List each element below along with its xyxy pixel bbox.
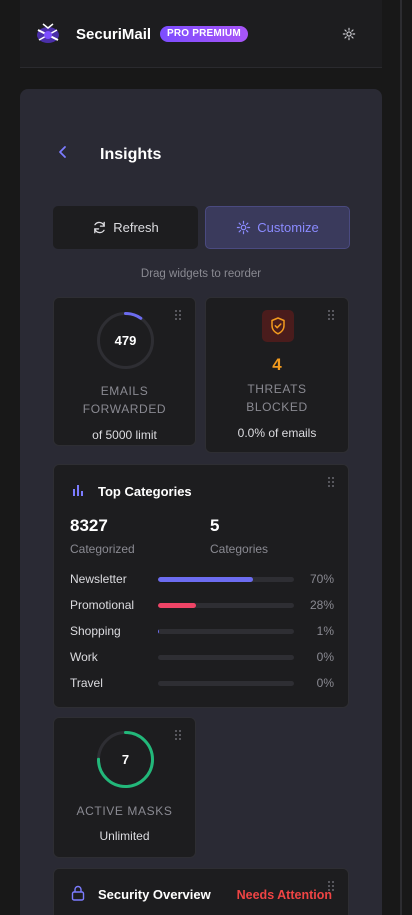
bar-chart-icon (73, 485, 83, 496)
security-overview-widget[interactable]: Security Overview Needs Attention (53, 868, 349, 915)
categories-count: 5 (210, 516, 220, 535)
refresh-label: Refresh (113, 220, 159, 235)
category-bar (158, 681, 294, 686)
category-percent: 0% (316, 650, 334, 664)
emails-limit-text: of 5000 limit (92, 428, 157, 442)
categories-label: Categories (210, 542, 269, 556)
active-masks-limit: Unlimited (99, 829, 150, 843)
drag-handle-icon[interactable] (328, 310, 334, 320)
reorder-hint: Drag widgets to reorder (140, 268, 262, 280)
app-header: SecuriMail PRO PREMIUM (20, 0, 382, 68)
emails-forwarded-value: 479 (114, 333, 137, 348)
lock-icon (71, 885, 85, 901)
chevron-left-icon[interactable] (56, 145, 70, 159)
category-percent: 28% (309, 598, 334, 612)
emails-forwarded-label: EMAILS FORWARDED (82, 384, 167, 416)
masks-progress-ring: 7 (96, 730, 155, 789)
category-bar (158, 603, 294, 608)
category-percent: 0% (316, 676, 334, 690)
categorized-count: 8327 (70, 516, 108, 535)
customize-label: Customize (257, 220, 319, 235)
category-name: Work (70, 650, 98, 664)
threats-blocked-value: 4 (272, 355, 282, 374)
categorized-label: Categorized (70, 542, 135, 556)
refresh-icon (94, 221, 106, 234)
security-status-badge: Needs Attention (236, 888, 332, 902)
insights-panel: Insights Refresh Customize Drag widgets … (20, 89, 382, 915)
threats-percent-text: 0.0% of emails (237, 426, 317, 440)
customize-button[interactable]: Customize (205, 206, 350, 249)
category-row: Promotional 28% (70, 598, 334, 612)
refresh-button[interactable]: Refresh (53, 206, 198, 249)
category-name: Promotional (70, 598, 135, 612)
category-name: Travel (70, 676, 103, 690)
drag-handle-icon[interactable] (175, 730, 181, 740)
active-masks-label: ACTIVE MASKS (76, 804, 173, 818)
category-name: Newsletter (70, 572, 127, 586)
top-categories-widget[interactable]: Top Categories 8327 Categorized 5 Catego… (53, 464, 349, 708)
top-categories-title: Top Categories (98, 484, 192, 499)
active-masks-value: 7 (121, 752, 130, 767)
threats-blocked-label: THREATS BLOCKED (246, 382, 308, 414)
active-masks-widget[interactable]: 7 ACTIVE MASKS Unlimited (53, 717, 196, 858)
drag-handle-icon[interactable] (175, 310, 181, 320)
category-bar (158, 655, 294, 660)
gear-icon[interactable] (342, 27, 356, 41)
category-row: Newsletter 70% (70, 572, 334, 586)
emails-progress-ring: 479 (96, 311, 155, 370)
category-percent: 1% (316, 624, 334, 638)
emails-forwarded-widget[interactable]: 479 EMAILS FORWARDED of 5000 limit (53, 297, 196, 446)
category-row: Travel 0% (70, 676, 334, 690)
shield-check-icon (262, 310, 294, 342)
security-overview-title: Security Overview (98, 887, 211, 902)
page-title: Insights (100, 146, 162, 163)
category-name: Shopping (70, 624, 121, 638)
category-row: Shopping 1% (70, 624, 334, 638)
brand-name: SecuriMail (76, 26, 152, 43)
gear-icon (237, 220, 251, 235)
pro-premium-badge: PRO PREMIUM (160, 26, 248, 42)
page-scrollbar[interactable] (400, 0, 402, 915)
category-percent: 70% (309, 572, 334, 586)
category-bar (158, 629, 294, 634)
category-bar (158, 577, 294, 582)
securimail-logo-icon[interactable] (32, 18, 64, 50)
drag-handle-icon[interactable] (328, 477, 334, 487)
category-row: Work 0% (70, 650, 334, 664)
threats-blocked-widget[interactable]: 4 THREATS BLOCKED 0.0% of emails (205, 297, 349, 453)
